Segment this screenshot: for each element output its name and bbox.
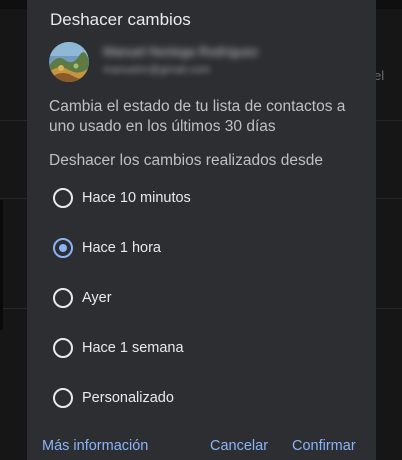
avatar <box>49 42 89 82</box>
option-1-hour[interactable]: Hace 1 hora <box>53 233 161 263</box>
dialog-description: Cambia el estado de tu lista de contacto… <box>49 98 346 135</box>
avatar-photo-icon <box>49 42 89 82</box>
dialog-title: Deshacer cambios <box>50 10 191 29</box>
account-email: manuelnr@gmail.com <box>103 64 211 76</box>
option-1-week[interactable]: Hace 1 semana <box>53 333 184 363</box>
undo-changes-dialog: Deshacer cambios Manuel Noriega Rodrígue… <box>27 0 376 460</box>
option-yesterday[interactable]: Ayer <box>53 283 112 313</box>
account-name: Manuel Noriega Rodríguez <box>103 44 259 59</box>
more-info-link[interactable]: Más información <box>42 438 148 454</box>
cancel-button[interactable]: Cancelar <box>210 438 268 454</box>
radio-icon[interactable] <box>53 188 73 208</box>
radio-icon[interactable] <box>53 388 73 408</box>
option-10-minutes[interactable]: Hace 10 minutos <box>53 183 191 213</box>
option-label: Hace 1 semana <box>82 340 184 356</box>
radio-icon[interactable] <box>53 338 73 358</box>
option-label: Hace 10 minutos <box>82 190 191 206</box>
background-panel-edge <box>0 200 3 330</box>
option-label: Personalizado <box>82 390 174 406</box>
radio-checked-icon[interactable] <box>53 238 73 258</box>
option-label: Ayer <box>82 290 112 306</box>
option-custom[interactable]: Personalizado <box>53 383 174 413</box>
option-label: Hace 1 hora <box>82 240 161 256</box>
radio-icon[interactable] <box>53 288 73 308</box>
confirm-button[interactable]: Confirmar <box>292 438 356 454</box>
options-heading: Deshacer los cambios realizados desde <box>49 152 323 169</box>
